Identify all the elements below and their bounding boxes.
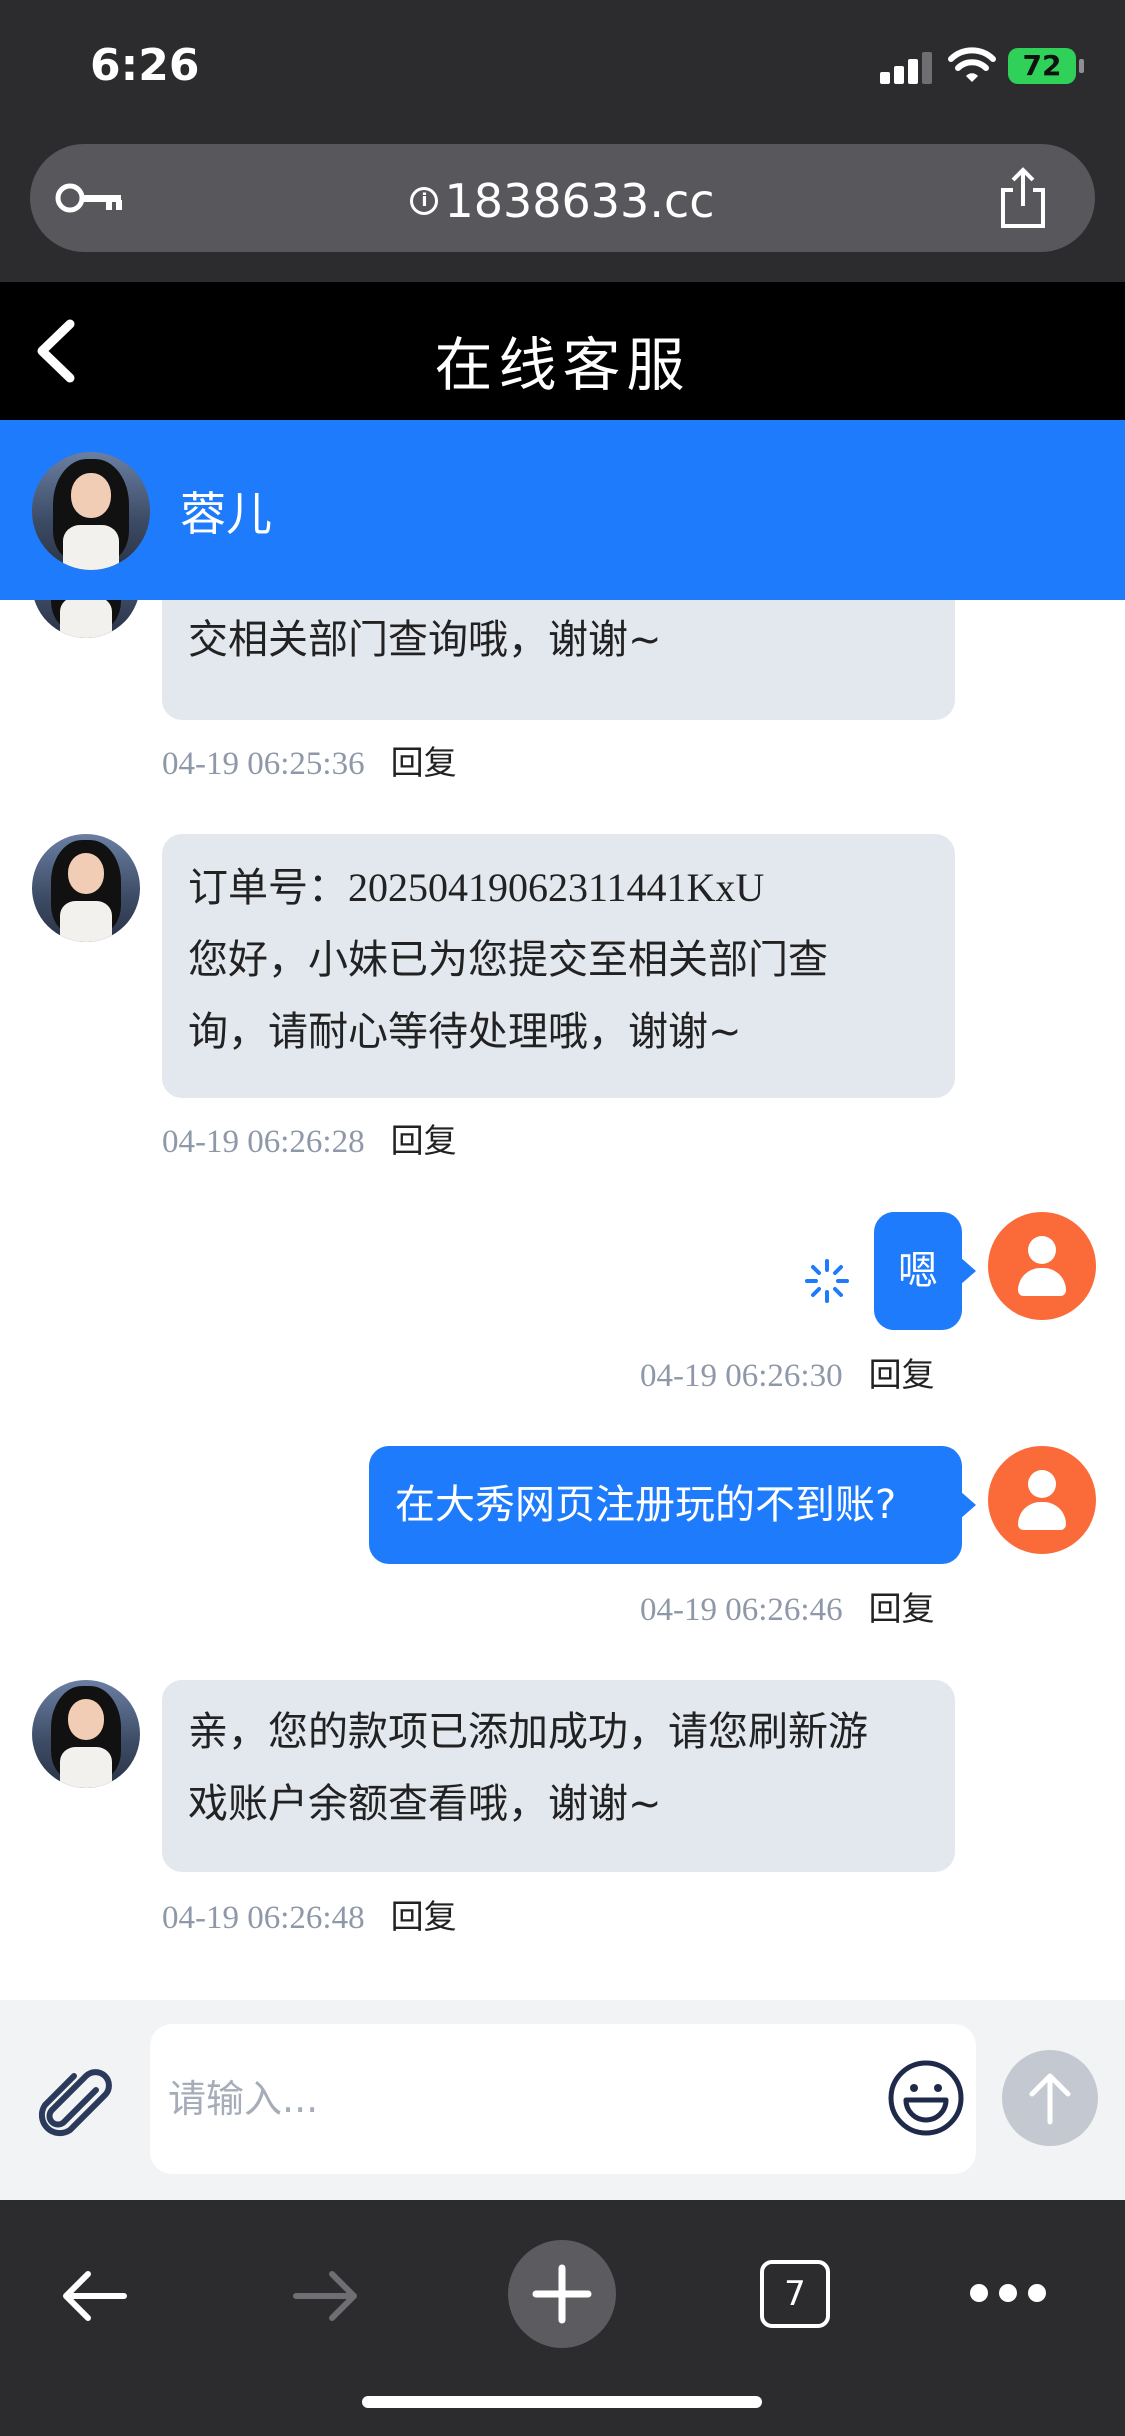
message-bubble-user: 在大秀网页注册玩的不到账? xyxy=(369,1446,976,1564)
emoji-icon[interactable] xyxy=(886,2058,966,2138)
url-value: 1838633.cc xyxy=(444,174,715,228)
page-title: 在线客服 xyxy=(434,331,691,399)
info-icon: i xyxy=(410,186,439,215)
reply-button[interactable]: 回复 xyxy=(391,743,457,782)
message-line: 您好，小妹已为您提交至相关部门查 xyxy=(188,937,828,983)
tab-count-button[interactable]: 7 xyxy=(760,2260,830,2328)
app-header: 在线客服 xyxy=(0,282,1125,420)
agent-message-avatar xyxy=(32,600,140,638)
message-bubble-agent: ... 交相关部门查询哦，谢谢~ xyxy=(162,600,955,720)
agent-name: 蓉儿 xyxy=(180,487,272,541)
message-line: 订单号：20250419062311441KxU xyxy=(188,852,929,924)
message-line: 戏账户余额查看哦，谢谢~ xyxy=(188,1781,662,1827)
cellular-signal-icon xyxy=(880,52,932,84)
agent-avatar[interactable] xyxy=(32,452,150,570)
user-avatar-icon xyxy=(988,1212,1096,1320)
chat-message-list[interactable]: ... 交相关部门查询哦，谢谢~ 04-19 06:25:36 回复 订单号：20… xyxy=(0,600,1125,2000)
browser-url-area: i 1838633.cc xyxy=(0,140,1125,282)
share-icon[interactable] xyxy=(993,166,1053,230)
wifi-icon xyxy=(948,47,996,82)
browser-back-arrow-icon[interactable] xyxy=(58,2268,130,2324)
plus-icon xyxy=(532,2264,592,2324)
new-tab-button[interactable] xyxy=(508,2240,616,2348)
message-line: 询，请耐心等待处理哦，谢谢~ xyxy=(188,1009,742,1055)
message-timestamp: 04-19 06:26:46 xyxy=(640,1592,843,1628)
sending-spinner-icon xyxy=(805,1259,849,1303)
send-button[interactable] xyxy=(1002,2050,1098,2146)
more-icon[interactable] xyxy=(970,2284,1046,2304)
url-text[interactable]: i 1838633.cc xyxy=(30,174,1095,228)
agent-message-avatar xyxy=(32,834,140,942)
arrow-up-icon xyxy=(1029,2073,1071,2125)
address-bar[interactable]: i 1838633.cc xyxy=(30,144,1095,252)
message-bubble-agent: 亲，您的款项已添加成功，请您刷新游 戏账户余额查看哦，谢谢~ xyxy=(162,1680,955,1872)
reply-button[interactable]: 回复 xyxy=(391,1897,457,1936)
order-number: 20250419062311441KxU xyxy=(348,865,765,910)
message-bubble-agent: 订单号：20250419062311441KxU 您好，小妹已为您提交至相关部门… xyxy=(162,834,955,1098)
message-timestamp: 04-19 06:26:28 xyxy=(162,1124,365,1160)
status-time: 6:26 xyxy=(90,40,200,91)
battery-indicator: 72 xyxy=(1008,48,1084,84)
message-meta: 04-19 06:26:48 回复 xyxy=(162,1890,457,1938)
order-label: 订单号： xyxy=(188,865,348,911)
message-timestamp: 04-19 06:26:48 xyxy=(162,1900,365,1936)
agent-banner: 蓉儿 xyxy=(0,420,1125,600)
message-timestamp: 04-19 06:25:36 xyxy=(162,746,365,782)
message-meta: 04-19 06:26:28 回复 xyxy=(162,1114,457,1162)
user-avatar-icon xyxy=(988,1446,1096,1554)
reply-button[interactable]: 回复 xyxy=(391,1121,457,1160)
message-line: 交相关部门查询哦，谢谢~ xyxy=(188,617,662,663)
agent-message-avatar xyxy=(32,1680,140,1788)
message-line: 亲，您的款项已添加成功，请您刷新游 xyxy=(188,1709,868,1755)
message-input[interactable] xyxy=(150,2024,976,2174)
message-timestamp: 04-19 06:26:30 xyxy=(640,1358,843,1394)
message-input-bar xyxy=(0,2000,1125,2200)
reply-button[interactable]: 回复 xyxy=(869,1355,935,1394)
message-bubble-user: 嗯 xyxy=(874,1212,976,1330)
paperclip-icon[interactable] xyxy=(34,2062,114,2142)
reply-button[interactable]: 回复 xyxy=(869,1589,935,1628)
message-meta: 04-19 06:25:36 回复 xyxy=(162,736,457,784)
message-meta: 04-19 06:26:46 回复 xyxy=(640,1582,935,1630)
message-meta: 04-19 06:26:30 回复 xyxy=(640,1348,935,1396)
status-bar: 6:26 72 xyxy=(0,0,1125,140)
browser-forward-arrow-icon[interactable] xyxy=(290,2268,362,2324)
home-indicator xyxy=(362,2396,762,2408)
